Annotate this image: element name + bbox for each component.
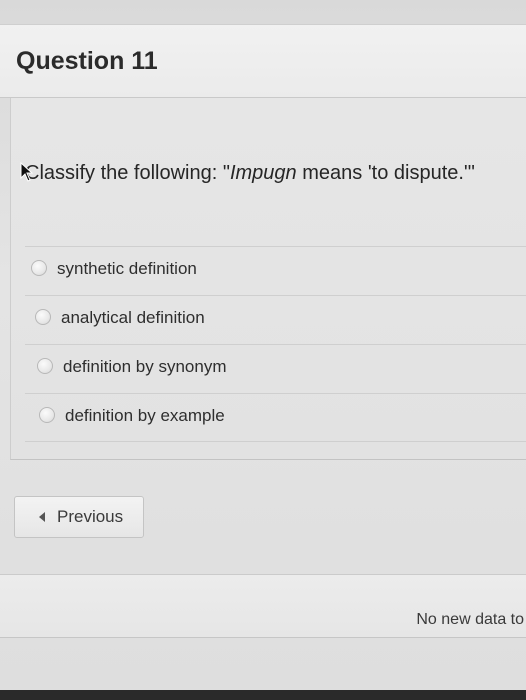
answer-option-example[interactable]: definition by example xyxy=(25,393,526,442)
radio-button-icon[interactable] xyxy=(37,358,53,374)
question-prompt: Classify the following: "Impugn means 't… xyxy=(25,162,475,185)
previous-button[interactable]: Previous xyxy=(14,496,144,538)
previous-label: Previous xyxy=(57,507,124,526)
answer-option-synonym[interactable]: definition by synonym xyxy=(25,344,526,393)
prompt-suffix: means 'to dispute.'" xyxy=(296,162,475,184)
answer-label[interactable]: analytical definition xyxy=(61,308,205,328)
question-title: Question 11 xyxy=(16,47,158,75)
autosave-status-text: No new data to xyxy=(416,611,524,628)
caret-left-icon xyxy=(39,512,45,522)
answer-label[interactable]: definition by example xyxy=(65,406,225,426)
question-body: Classify the following: "Impugn means 't… xyxy=(10,98,526,460)
question-header: Question 11 xyxy=(0,24,526,98)
radio-button-icon[interactable] xyxy=(31,260,47,276)
answer-list: synthetic definition analytical definiti… xyxy=(25,246,526,442)
answer-option-analytical[interactable]: analytical definition xyxy=(25,295,526,344)
radio-button-icon[interactable] xyxy=(39,407,55,423)
prompt-term: Impugn xyxy=(229,162,297,184)
answer-label[interactable]: definition by synonym xyxy=(63,357,226,377)
answer-label[interactable]: synthetic definition xyxy=(57,259,197,279)
radio-button-icon[interactable] xyxy=(35,309,51,325)
prompt-prefix: Classify the following: " xyxy=(25,162,230,184)
mouse-pointer-icon xyxy=(20,161,34,187)
quiz-screen: Question 11 Classify the following: "Imp… xyxy=(0,0,526,700)
screen-bottom-edge xyxy=(0,690,526,700)
autosave-status-bar: No new data to xyxy=(0,574,526,638)
answer-option-synthetic[interactable]: synthetic definition xyxy=(25,246,526,295)
